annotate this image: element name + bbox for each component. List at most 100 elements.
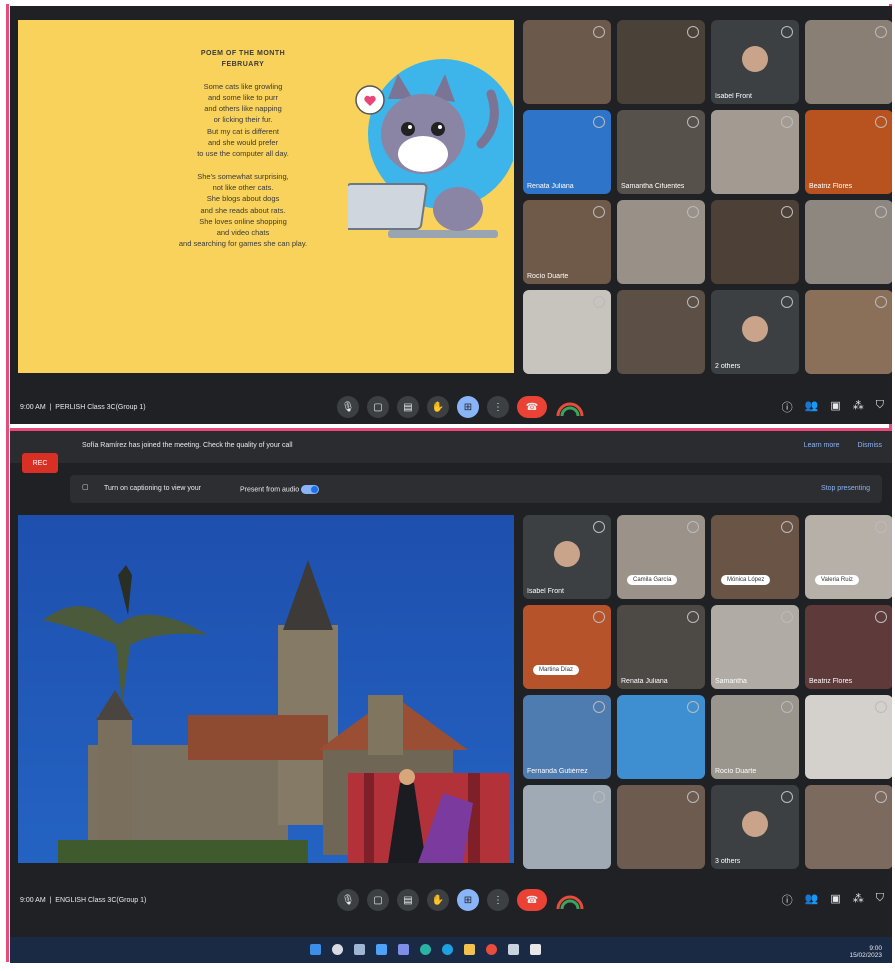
camera-button[interactable]: ▢ <box>367 889 389 911</box>
end-call-button[interactable]: ☎ <box>517 889 547 911</box>
pin-icon[interactable] <box>593 611 605 623</box>
people-icon[interactable]: 👥 <box>805 399 819 415</box>
present-button[interactable]: ⊞ <box>457 396 479 418</box>
participant-tile[interactable] <box>805 200 892 284</box>
more-options-button[interactable]: ⋮ <box>487 889 509 911</box>
participant-tile[interactable] <box>617 785 705 869</box>
pin-icon[interactable] <box>687 116 699 128</box>
search-icon[interactable] <box>332 944 343 955</box>
dismiss-link[interactable]: Dismiss <box>858 442 883 449</box>
widgets-icon[interactable] <box>376 944 387 955</box>
participant-tile[interactable]: Beatriz Flores <box>805 110 892 194</box>
store-icon[interactable] <box>508 944 519 955</box>
chat-icon[interactable]: ▣ <box>830 892 840 908</box>
participant-tile[interactable] <box>805 20 892 104</box>
pin-icon[interactable] <box>593 701 605 713</box>
pin-icon[interactable] <box>687 701 699 713</box>
mic-button[interactable]: 🎙 <box>337 889 359 911</box>
pin-icon[interactable] <box>875 701 887 713</box>
pin-icon[interactable] <box>781 26 793 38</box>
participant-tile[interactable] <box>617 200 705 284</box>
browser-icon[interactable] <box>420 944 431 955</box>
captions-button[interactable]: ▤ <box>397 889 419 911</box>
camera-button[interactable]: ▢ <box>367 396 389 418</box>
pin-icon[interactable] <box>593 116 605 128</box>
more-options-button[interactable]: ⋮ <box>487 396 509 418</box>
participant-tile[interactable]: 3 others <box>711 785 799 869</box>
pin-icon[interactable] <box>781 116 793 128</box>
pin-icon[interactable] <box>687 26 699 38</box>
info-icon[interactable]: ⓘ <box>782 892 793 908</box>
pin-icon[interactable] <box>875 116 887 128</box>
participant-tile[interactable]: Samantha Cifuentes <box>617 110 705 194</box>
folder-icon[interactable] <box>464 944 475 955</box>
stop-presenting-link[interactable]: Stop presenting <box>821 485 870 492</box>
windows-start-icon[interactable] <box>310 944 321 955</box>
fullscreen-icon[interactable]: ▢ <box>82 483 89 491</box>
participant-tile[interactable] <box>617 290 705 374</box>
pin-icon[interactable] <box>781 791 793 803</box>
present-button[interactable]: ⊞ <box>457 889 479 911</box>
pin-icon[interactable] <box>781 701 793 713</box>
participant-tile[interactable]: Fernanda Gutiérrez <box>523 695 611 779</box>
pin-icon[interactable] <box>781 521 793 533</box>
pin-icon[interactable] <box>593 206 605 218</box>
raise-hand-button[interactable]: ✋ <box>427 889 449 911</box>
pin-icon[interactable] <box>781 296 793 308</box>
mic-button[interactable]: 🎙 <box>337 396 359 418</box>
edge-icon[interactable] <box>442 944 453 955</box>
host-controls-icon[interactable]: ⛉ <box>876 399 884 415</box>
participant-tile[interactable]: Valeria Ruiz <box>805 515 892 599</box>
pin-icon[interactable] <box>781 206 793 218</box>
participant-tile[interactable]: Mónica López <box>711 515 799 599</box>
participant-tile[interactable]: Isabel Front <box>523 515 611 599</box>
pin-icon[interactable] <box>875 26 887 38</box>
participant-tile[interactable] <box>617 20 705 104</box>
participant-tile[interactable]: Rocío Duarte <box>711 695 799 779</box>
pin-icon[interactable] <box>687 611 699 623</box>
pin-icon[interactable] <box>593 521 605 533</box>
participant-tile[interactable]: Isabel Front <box>711 20 799 104</box>
participant-tile[interactable]: Martina Díaz <box>523 605 611 689</box>
participant-tile[interactable] <box>523 20 611 104</box>
app-icon[interactable] <box>530 944 541 955</box>
pin-icon[interactable] <box>593 296 605 308</box>
pin-icon[interactable] <box>875 206 887 218</box>
pin-icon[interactable] <box>875 521 887 533</box>
participant-tile[interactable]: Beatriz Flores <box>805 605 892 689</box>
chat-app-icon[interactable] <box>398 944 409 955</box>
pin-icon[interactable] <box>687 206 699 218</box>
task-view-icon[interactable] <box>354 944 365 955</box>
audio-toggle[interactable] <box>301 485 320 494</box>
participant-tile[interactable] <box>523 785 611 869</box>
participant-tile[interactable] <box>805 695 892 779</box>
participant-tile[interactable] <box>523 290 611 374</box>
end-call-button[interactable]: ☎ <box>517 396 547 418</box>
participant-tile[interactable]: Renata Juliana <box>523 110 611 194</box>
participant-tile[interactable] <box>805 290 892 374</box>
activities-icon[interactable]: ⁂ <box>853 399 864 415</box>
participant-tile[interactable] <box>805 785 892 869</box>
participant-tile[interactable] <box>617 695 705 779</box>
pin-icon[interactable] <box>875 296 887 308</box>
participant-tile[interactable]: Renata Juliana <box>617 605 705 689</box>
pin-icon[interactable] <box>687 296 699 308</box>
chrome-icon[interactable] <box>486 944 497 955</box>
participant-tile[interactable]: Camila García <box>617 515 705 599</box>
pin-icon[interactable] <box>875 611 887 623</box>
pin-icon[interactable] <box>687 791 699 803</box>
host-controls-icon[interactable]: ⛉ <box>876 892 884 908</box>
participant-tile[interactable]: 2 others <box>711 290 799 374</box>
participant-tile[interactable]: Samantha <box>711 605 799 689</box>
chat-icon[interactable]: ▣ <box>830 399 840 415</box>
pin-icon[interactable] <box>781 611 793 623</box>
pin-icon[interactable] <box>593 791 605 803</box>
participant-tile[interactable] <box>711 200 799 284</box>
participant-tile[interactable] <box>711 110 799 194</box>
pin-icon[interactable] <box>875 791 887 803</box>
info-icon[interactable]: ⓘ <box>782 399 793 415</box>
captions-button[interactable]: ▤ <box>397 396 419 418</box>
participant-tile[interactable]: Rocío Duarte <box>523 200 611 284</box>
activities-icon[interactable]: ⁂ <box>853 892 864 908</box>
raise-hand-button[interactable]: ✋ <box>427 396 449 418</box>
